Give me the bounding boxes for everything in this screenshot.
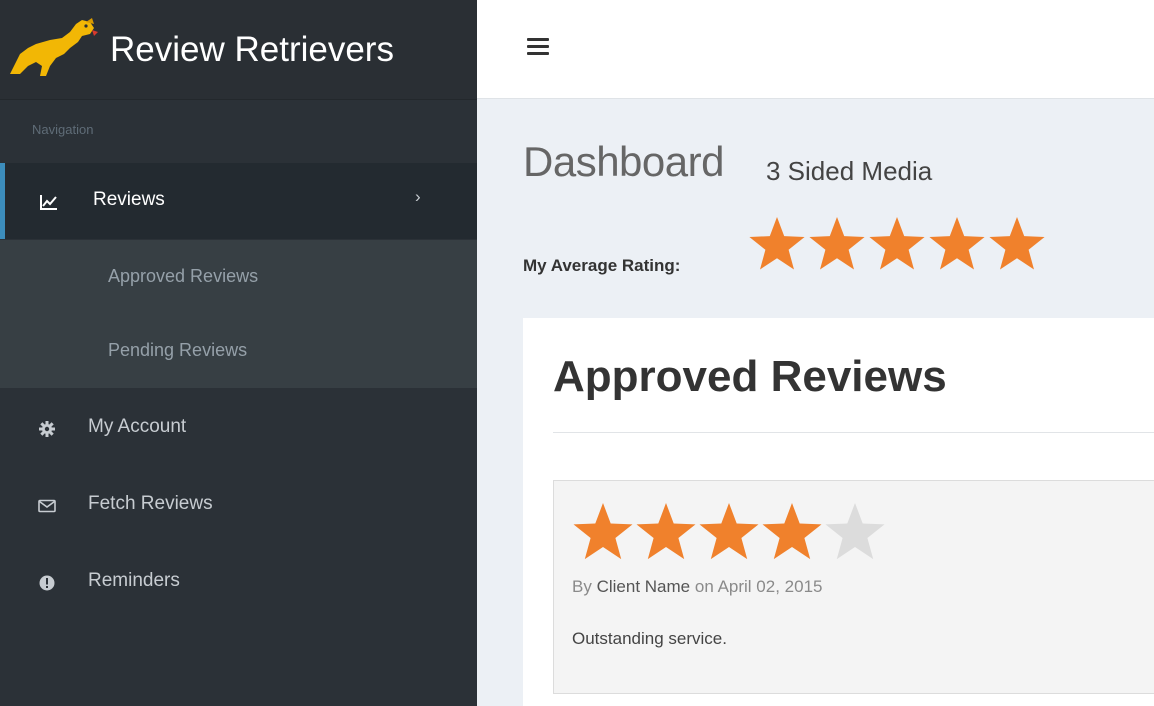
sidebar-item-my-account[interactable]: My Account xyxy=(0,390,477,466)
sidebar-item-reminders[interactable]: Reminders xyxy=(0,544,477,620)
brand-title: Review Retrievers xyxy=(110,30,394,69)
review-rating-stars xyxy=(573,503,885,560)
review-card: By Client Name on April 02, 2015 Outstan… xyxy=(553,480,1154,694)
star-filled-icon xyxy=(989,217,1045,270)
nav-header: Navigation xyxy=(32,122,94,137)
star-filled-icon xyxy=(929,217,985,270)
brand-bar[interactable]: Review Retrievers xyxy=(0,0,477,100)
sidebar-item-label: Fetch Reviews xyxy=(88,493,213,514)
review-client-name: Client Name xyxy=(596,577,691,596)
gear-icon xyxy=(39,421,55,437)
sidebar-item-label: Reviews xyxy=(93,189,165,210)
page-title: Dashboard xyxy=(523,138,724,185)
star-filled-icon xyxy=(749,217,805,270)
star-empty-icon xyxy=(825,503,885,560)
sidebar-item-label: My Account xyxy=(88,416,187,437)
review-meta: By Client Name on April 02, 2015 xyxy=(572,577,822,597)
review-by-prefix: By xyxy=(572,577,592,596)
top-bar xyxy=(477,0,1154,99)
exclamation-circle-icon xyxy=(39,575,55,591)
sidebar-subitem-label: Pending Reviews xyxy=(108,340,248,360)
review-text: Outstanding service. xyxy=(572,629,727,648)
sidebar-item-reviews[interactable]: Reviews › xyxy=(0,163,477,239)
star-filled-icon xyxy=(699,503,759,560)
star-filled-icon xyxy=(809,217,865,270)
sidebar-subitem-pending-reviews[interactable]: Pending Reviews xyxy=(0,314,477,388)
average-rating-label: My Average Rating: xyxy=(523,256,681,275)
sidebar-item-fetch-reviews[interactable]: Fetch Reviews xyxy=(0,467,477,543)
review-date: April 02, 2015 xyxy=(717,577,823,596)
review-on-prefix: on xyxy=(694,577,714,596)
approved-reviews-box: Approved Reviews By Client Name on April… xyxy=(523,318,1154,706)
line-chart-icon xyxy=(40,195,57,210)
box-title: Approved Reviews xyxy=(553,352,947,401)
sidebar-item-label: Reminders xyxy=(88,570,180,591)
page-subtitle: 3 Sided Media xyxy=(766,156,933,186)
star-filled-icon xyxy=(762,503,822,560)
hamburger-icon[interactable] xyxy=(527,38,549,60)
reviews-submenu: Approved Reviews Pending Reviews xyxy=(0,240,477,388)
star-filled-icon xyxy=(636,503,696,560)
envelope-icon xyxy=(38,499,56,513)
chevron-right-icon: › xyxy=(415,187,421,206)
divider xyxy=(553,432,1154,433)
sidebar-subitem-approved-reviews[interactable]: Approved Reviews xyxy=(0,240,477,314)
star-filled-icon xyxy=(869,217,925,270)
average-rating-stars xyxy=(749,217,1045,270)
retriever-dog-logo xyxy=(10,18,98,76)
star-filled-icon xyxy=(573,503,633,560)
sidebar: Review Retrievers Navigation Reviews › A… xyxy=(0,0,477,706)
sidebar-subitem-label: Approved Reviews xyxy=(108,266,259,286)
